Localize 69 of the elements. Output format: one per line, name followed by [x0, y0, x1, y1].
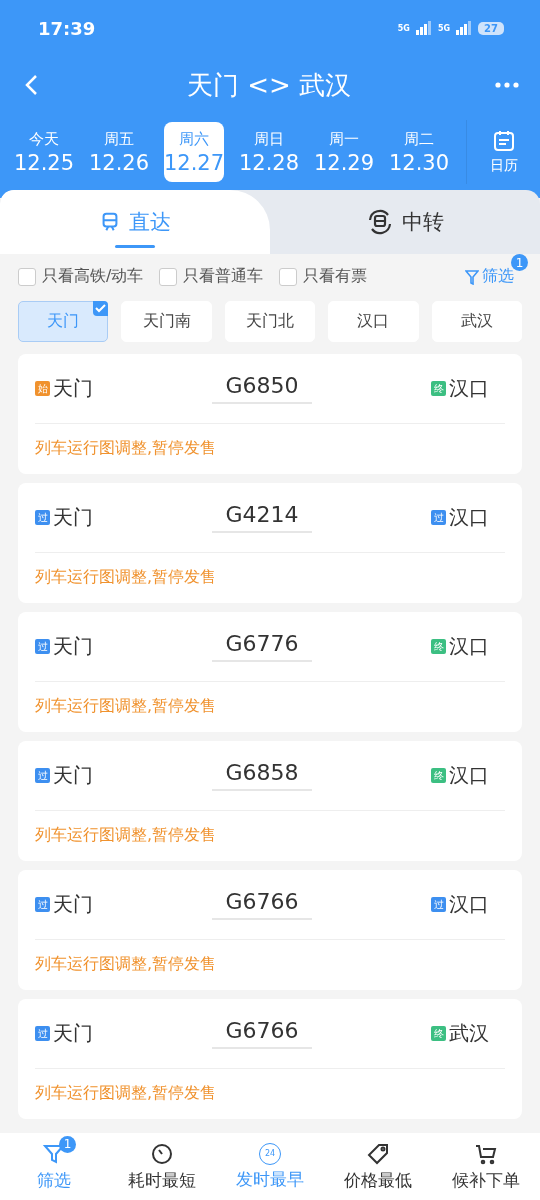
page-title: 天门 <> 武汉 [186, 68, 352, 102]
calendar-icon [491, 129, 516, 153]
station-name: 天门 [53, 633, 93, 660]
station-name: 汉口 [449, 375, 489, 402]
station-name: 天门 [53, 504, 93, 531]
station-badge: 过 [35, 768, 50, 783]
network-label: 5G [437, 23, 451, 33]
train-card[interactable]: 过 天门 G6858 终 汉口 列车运行图调整,暂停发售 [18, 741, 522, 861]
sale-notice: 列车运行图调整,暂停发售 [35, 696, 218, 717]
signal-icon [415, 21, 432, 35]
station-badge: 终 [431, 639, 446, 654]
filter-checkbox[interactable]: 只看有票 [279, 266, 368, 287]
station-chip[interactable]: 天门南 [121, 301, 212, 342]
train-number: G6850 [212, 373, 312, 404]
station-name: 天门 [53, 762, 93, 789]
more-button[interactable] [494, 81, 520, 89]
train-card[interactable]: 过 天门 G6776 终 汉口 列车运行图调整,暂停发售 [18, 612, 522, 732]
battery-indicator: 27 [478, 21, 504, 35]
station-name: 汉口 [449, 633, 489, 660]
check-icon [93, 301, 109, 316]
train-card[interactable]: 过 天门 G4214 过 汉口 列车运行图调整,暂停发售 [18, 483, 522, 603]
station-badge: 始 [35, 381, 50, 396]
train-card[interactable]: 始 天门 G6850 终 汉口 列车运行图调整,暂停发售 [18, 354, 522, 474]
station-name: 武汉 [449, 1020, 489, 1047]
train-card[interactable]: 过 天门 G6766 终 武汉 列车运行图调整,暂停发售 [18, 999, 522, 1119]
station-chip[interactable]: 汉口 [328, 301, 419, 342]
station-chip[interactable]: 武汉 [431, 301, 523, 342]
sale-notice: 列车运行图调整,暂停发售 [35, 567, 218, 588]
station-badge: 过 [35, 897, 50, 912]
sale-notice: 列车运行图调整,暂停发售 [35, 1083, 218, 1104]
filter-checkbox[interactable]: 只看普通车 [159, 266, 264, 287]
sale-notice: 列车运行图调整,暂停发售 [35, 825, 218, 846]
station-badge: 过 [35, 639, 50, 654]
station-badge: 过 [431, 897, 446, 912]
train-card[interactable]: 过 天门 G6766 过 汉口 列车运行图调整,暂停发售 [18, 870, 522, 990]
train-number: G6766 [212, 889, 312, 920]
count-badge: 1 [59, 1135, 76, 1153]
station-name: 汉口 [449, 891, 489, 918]
sort-tab[interactable]: 价格最低 [324, 1133, 432, 1200]
station-chip[interactable]: 天门北 [224, 301, 316, 342]
status-time: 17:39 [38, 17, 96, 39]
train-number: G6858 [212, 760, 312, 791]
filter-checkbox[interactable]: 只看高铁/动车 [18, 266, 144, 287]
station-badge: 过 [35, 1026, 50, 1041]
signal-icon [456, 21, 473, 35]
station-name: 天门 [53, 891, 93, 918]
station-name: 天门 [53, 1020, 93, 1047]
count-badge: 1 [511, 254, 528, 271]
station-name: 汉口 [449, 762, 489, 789]
train-number: G4214 [212, 502, 312, 533]
station-name: 汉口 [449, 504, 489, 531]
station-badge: 过 [431, 510, 446, 525]
timer-icon [150, 1141, 174, 1166]
transfer-icon [366, 208, 394, 236]
sort-tab[interactable]: 候补下单 [432, 1133, 540, 1200]
sort-tab[interactable]: 耗时最短 [108, 1133, 216, 1200]
network-label: 5G [397, 23, 410, 33]
station-badge: 过 [35, 510, 50, 525]
train-number: G6766 [212, 1018, 312, 1049]
station-name: 天门 [53, 375, 93, 402]
sale-notice: 列车运行图调整,暂停发售 [35, 954, 218, 975]
mode-tab[interactable]: 中转 [270, 190, 540, 254]
train-number: G6776 [212, 631, 312, 662]
sale-notice: 列车运行图调整,暂停发售 [35, 438, 218, 459]
tag-icon [366, 1141, 390, 1166]
filter-icon [465, 268, 479, 285]
station-badge: 终 [431, 1026, 446, 1041]
station-badge: 终 [431, 381, 446, 396]
station-badge: 终 [431, 768, 446, 783]
